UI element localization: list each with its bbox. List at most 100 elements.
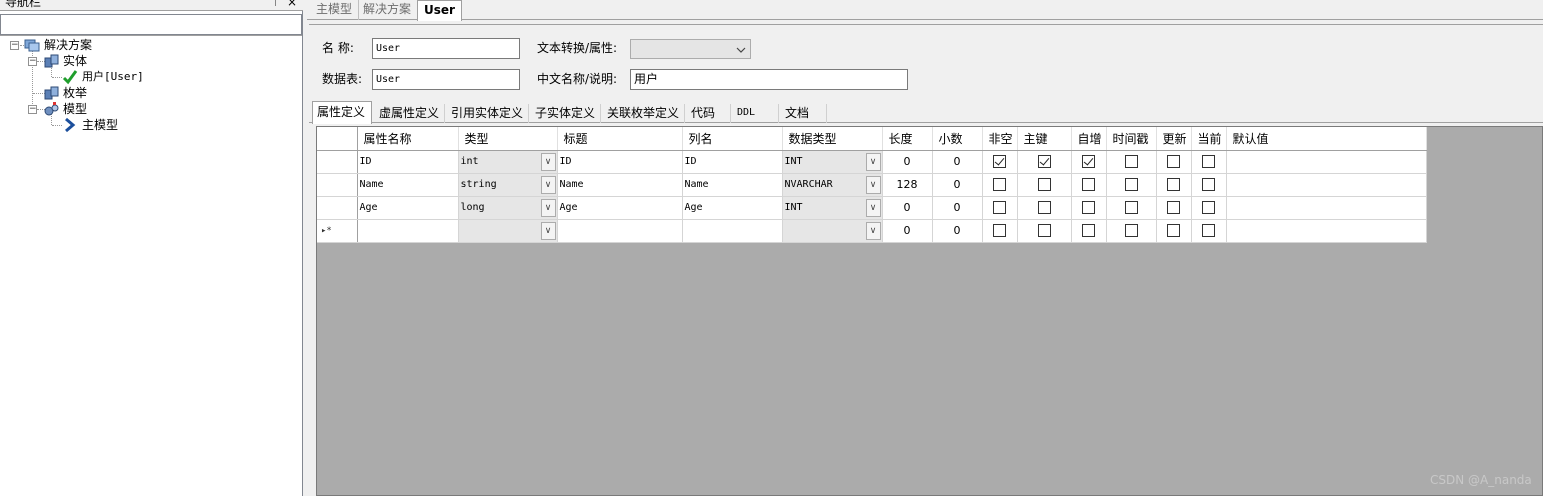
data-type-select[interactable]: NVARCHAR ∨ — [782, 173, 883, 197]
length-cell[interactable]: 0 — [882, 196, 933, 220]
primary-key-checkbox[interactable] — [1037, 178, 1051, 191]
col-header-auto-increment[interactable]: 自增 — [1071, 127, 1107, 151]
col-header-prop-name[interactable]: 属性名称 — [357, 127, 459, 151]
col-header-column[interactable]: 列名 — [682, 127, 783, 151]
chevron-down-icon[interactable]: ∨ — [540, 221, 556, 240]
chevron-down-icon[interactable]: ∨ — [540, 152, 556, 171]
timestamp-checkbox[interactable] — [1124, 224, 1138, 237]
chevron-down-icon[interactable]: ∨ — [540, 175, 556, 194]
new-row[interactable]: ▸* ∨ ∨ 0 0 — [317, 219, 1427, 243]
close-icon[interactable]: × — [287, 0, 297, 9]
tab-solution[interactable]: 解决方案 — [357, 0, 419, 20]
col-header-title[interactable]: 标题 — [557, 127, 683, 151]
column-cell[interactable]: Name — [682, 173, 783, 197]
tab-related-enum[interactable]: 关联枚举定义 — [603, 104, 685, 123]
default-value-cell[interactable] — [1226, 173, 1427, 197]
not-null-checkbox[interactable] — [993, 155, 1006, 168]
length-cell[interactable]: 128 — [882, 173, 933, 197]
data-type-select[interactable]: INT ∨ — [782, 196, 883, 220]
not-null-checkbox[interactable] — [993, 201, 1006, 214]
tree-node-models[interactable]: 模型 — [63, 101, 87, 117]
row-header[interactable] — [317, 196, 358, 220]
prop-name-cell[interactable] — [357, 219, 459, 243]
tab-ddl[interactable]: DDL — [733, 104, 779, 123]
decimal-cell[interactable]: 0 — [932, 150, 983, 174]
auto-increment-checkbox[interactable] — [1082, 224, 1095, 237]
not-null-checkbox[interactable] — [993, 224, 1006, 237]
col-header-decimal[interactable]: 小数 — [932, 127, 983, 151]
chevron-down-icon[interactable]: ∨ — [865, 198, 881, 217]
col-header-not-null[interactable]: 非空 — [982, 127, 1018, 151]
col-header-primary-key[interactable]: 主键 — [1017, 127, 1072, 151]
column-cell[interactable] — [682, 219, 783, 243]
column-cell[interactable]: Age — [682, 196, 783, 220]
type-select[interactable]: ∨ — [458, 219, 558, 243]
col-header-timestamp[interactable]: 时间戳 — [1106, 127, 1157, 151]
primary-key-checkbox[interactable] — [1037, 155, 1051, 168]
tree-node-main-model[interactable]: 主模型 — [82, 117, 118, 133]
timestamp-checkbox[interactable] — [1124, 178, 1138, 191]
type-select[interactable]: int ∨ — [458, 150, 558, 174]
chevron-down-icon[interactable]: ∨ — [865, 221, 881, 240]
type-select[interactable]: long ∨ — [458, 196, 558, 220]
primary-key-checkbox[interactable] — [1037, 201, 1051, 214]
length-cell[interactable]: 0 — [882, 150, 933, 174]
prop-name-cell[interactable]: Age — [357, 196, 459, 220]
update-checkbox[interactable] — [1167, 155, 1180, 168]
default-value-cell[interactable] — [1226, 196, 1427, 220]
name-input[interactable]: User — [372, 38, 520, 59]
col-header-current[interactable]: 当前 — [1191, 127, 1227, 151]
tab-main-model[interactable]: 主模型 — [310, 0, 360, 20]
col-header-update[interactable]: 更新 — [1156, 127, 1192, 151]
default-value-cell[interactable] — [1226, 150, 1427, 174]
current-checkbox[interactable] — [1202, 224, 1215, 237]
auto-increment-checkbox[interactable] — [1082, 155, 1095, 168]
table-row[interactable]: Name string ∨ Name Name NVARCHAR ∨ 128 0 — [317, 173, 1427, 197]
chevron-down-icon[interactable]: ∨ — [865, 152, 881, 171]
data-type-select[interactable]: INT ∨ — [782, 150, 883, 174]
default-value-cell[interactable] — [1226, 219, 1427, 243]
title-cell[interactable]: ID — [557, 150, 683, 174]
decimal-cell[interactable]: 0 — [932, 173, 983, 197]
pin-icon[interactable]: ᛘ — [272, 0, 279, 9]
table-input[interactable]: User — [372, 69, 520, 90]
primary-key-checkbox[interactable] — [1037, 224, 1051, 237]
chevron-down-icon[interactable]: ∨ — [540, 198, 556, 217]
auto-increment-checkbox[interactable] — [1082, 201, 1095, 214]
col-header-default[interactable]: 默认值 — [1226, 127, 1427, 151]
current-checkbox[interactable] — [1202, 178, 1215, 191]
column-cell[interactable]: ID — [682, 150, 783, 174]
col-header-data-type[interactable]: 数据类型 — [782, 127, 883, 151]
table-row[interactable]: ID int ∨ ID ID INT ∨ 0 0 — [317, 150, 1427, 174]
title-cell[interactable]: Name — [557, 173, 683, 197]
decimal-cell[interactable]: 0 — [932, 219, 983, 243]
timestamp-checkbox[interactable] — [1124, 201, 1138, 214]
chevron-down-icon[interactable]: ∨ — [865, 175, 881, 194]
tree-node-entity-user[interactable]: 用户[User] — [82, 69, 144, 85]
tab-document[interactable]: 文档 — [781, 104, 827, 123]
timestamp-checkbox[interactable] — [1124, 155, 1138, 168]
update-checkbox[interactable] — [1167, 201, 1180, 214]
update-checkbox[interactable] — [1167, 224, 1180, 237]
col-header-length[interactable]: 长度 — [882, 127, 933, 151]
collapse-icon[interactable]: − — [28, 105, 37, 114]
update-checkbox[interactable] — [1167, 178, 1180, 191]
prop-name-cell[interactable]: ID — [357, 150, 459, 174]
decimal-cell[interactable]: 0 — [932, 196, 983, 220]
length-cell[interactable]: 0 — [882, 219, 933, 243]
new-row-marker[interactable]: ▸* — [317, 219, 358, 243]
row-header[interactable] — [317, 150, 358, 174]
collapse-icon[interactable]: − — [10, 41, 19, 50]
current-checkbox[interactable] — [1202, 201, 1215, 214]
tree-node-entities[interactable]: 实体 — [63, 53, 87, 69]
cn-name-input[interactable]: 用户 — [630, 69, 908, 90]
title-cell[interactable]: Age — [557, 196, 683, 220]
prop-name-cell[interactable]: Name — [357, 173, 459, 197]
not-null-checkbox[interactable] — [993, 178, 1006, 191]
tree-node-enums[interactable]: 枚举 — [63, 85, 87, 101]
title-cell[interactable] — [557, 219, 683, 243]
auto-increment-checkbox[interactable] — [1082, 178, 1095, 191]
table-row[interactable]: Age long ∨ Age Age INT ∨ 0 0 — [317, 196, 1427, 220]
collapse-icon[interactable]: − — [28, 57, 37, 66]
tab-reference-entity[interactable]: 引用实体定义 — [447, 104, 529, 123]
